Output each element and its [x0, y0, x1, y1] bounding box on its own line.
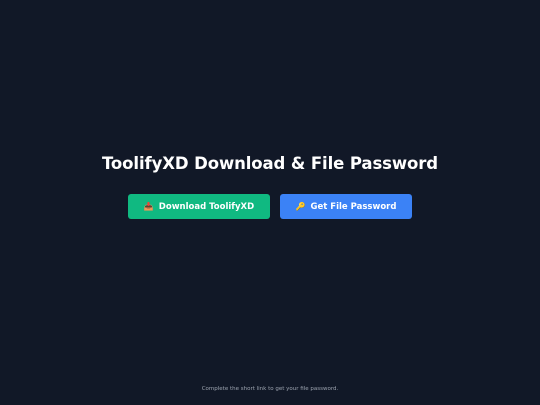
footer-note: Complete the short link to get your file… [201, 386, 339, 392]
key-icon: 🔑 [295, 201, 306, 211]
get-password-button-label: Get File Password [310, 201, 397, 212]
inbox-tray-icon: 📥 [143, 201, 154, 211]
page-title: ToolifyXD Download & File Password [101, 154, 439, 173]
download-button-label: Download ToolifyXD [158, 201, 255, 212]
get-password-button[interactable]: 🔑 Get File Password [280, 194, 412, 219]
download-button[interactable]: 📥 Download ToolifyXD [128, 194, 270, 219]
